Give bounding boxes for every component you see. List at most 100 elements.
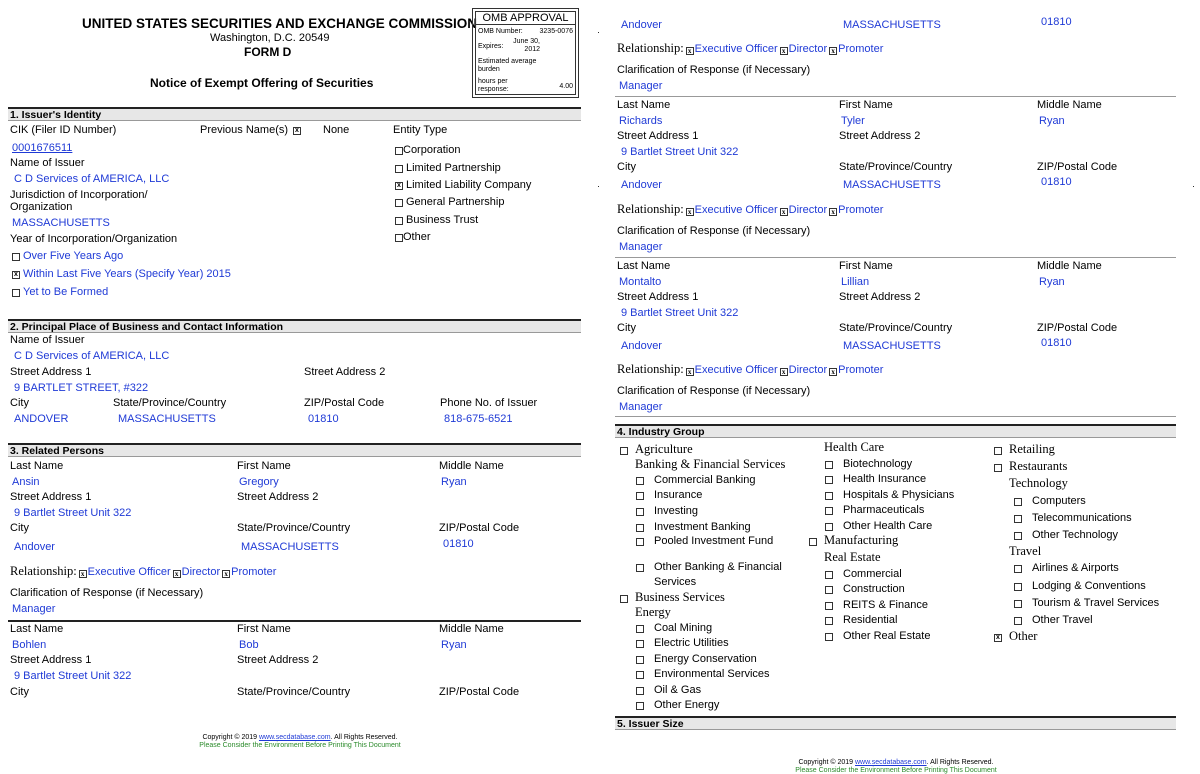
promoter-checkbox[interactable]: x bbox=[222, 570, 231, 578]
industry-checkbox[interactable] bbox=[620, 447, 628, 455]
section-2-header: 2. Principal Place of Business and Conta… bbox=[8, 319, 581, 333]
industry-item: Hospitals & Physicians bbox=[843, 489, 955, 501]
industry-checkbox[interactable] bbox=[1014, 565, 1022, 573]
year-option-checkbox[interactable]: x bbox=[12, 271, 20, 279]
year-option-label: Within Last Five Years (Specify Year) 20… bbox=[23, 268, 231, 280]
middle-name-label: Middle Name bbox=[439, 623, 504, 635]
industry-checkbox[interactable] bbox=[636, 640, 644, 648]
executive-officer-checkbox[interactable]: x bbox=[685, 47, 694, 55]
director-checkbox[interactable]: x bbox=[779, 47, 788, 55]
footer-copy-pre: Copyright © 2019 bbox=[202, 734, 259, 741]
industry-heading: Energy bbox=[635, 605, 671, 619]
promoter-checkbox[interactable]: x bbox=[829, 47, 838, 55]
industry-checkbox[interactable] bbox=[1014, 498, 1022, 506]
industry-item: Lodging & Conventions bbox=[1032, 580, 1146, 592]
divider bbox=[615, 96, 1176, 97]
entity-type-label: Limited Partnership bbox=[406, 162, 501, 174]
promoter-label: Promoter bbox=[231, 566, 277, 578]
industry-item: Other Health Care bbox=[843, 520, 933, 532]
clarification-label: Clarification of Response (if Necessary) bbox=[617, 385, 811, 397]
state-label: State/Province/Country bbox=[237, 686, 351, 698]
year-option-checkbox[interactable] bbox=[12, 289, 20, 297]
industry-item: Electric Utilities bbox=[654, 637, 729, 649]
industry-item: Construction bbox=[843, 583, 905, 595]
industry-checkbox[interactable] bbox=[636, 702, 644, 710]
previous-names-value: None bbox=[323, 124, 350, 136]
industry-checkbox[interactable] bbox=[636, 477, 644, 485]
city: Andover bbox=[621, 179, 662, 191]
industry-heading: Restaurants bbox=[1009, 459, 1068, 473]
industry-checkbox[interactable] bbox=[636, 671, 644, 679]
industry-checkbox[interactable] bbox=[825, 571, 833, 579]
industry-checkbox[interactable] bbox=[825, 461, 833, 469]
entity-type-checkbox[interactable] bbox=[395, 234, 403, 242]
promoter-checkbox[interactable]: x bbox=[829, 368, 838, 376]
entity-type-checkbox[interactable] bbox=[395, 199, 403, 207]
promoter-checkbox[interactable]: x bbox=[829, 208, 838, 216]
state-label: State/Province/Country bbox=[839, 161, 953, 173]
industry-item: Energy Conservation bbox=[654, 653, 757, 665]
industry-checkbox[interactable] bbox=[825, 492, 833, 500]
industry-checkbox[interactable] bbox=[1014, 515, 1022, 523]
clarification-label: Clarification of Response (if Necessary) bbox=[10, 587, 204, 599]
industry-checkbox[interactable]: x bbox=[994, 634, 1002, 642]
industry-item: Other Technology bbox=[1032, 529, 1119, 541]
entity-type-checkbox[interactable] bbox=[395, 217, 403, 225]
industry-checkbox[interactable] bbox=[825, 523, 833, 531]
relationship-label: Relationship: bbox=[10, 564, 77, 578]
director-checkbox[interactable]: x bbox=[779, 208, 788, 216]
s2-state-label: State/Province/Country bbox=[113, 397, 227, 409]
entity-type-checkbox[interactable]: x bbox=[395, 182, 403, 190]
state-label: State/Province/Country bbox=[839, 322, 953, 334]
industry-checkbox[interactable] bbox=[636, 538, 644, 546]
industry-checkbox[interactable] bbox=[636, 625, 644, 633]
industry-checkbox[interactable] bbox=[636, 564, 644, 572]
previous-names-checkbox[interactable]: x bbox=[293, 127, 301, 135]
industry-checkbox[interactable] bbox=[825, 602, 833, 610]
year-option-checkbox[interactable] bbox=[12, 253, 20, 261]
industry-checkbox[interactable] bbox=[636, 656, 644, 664]
industry-checkbox[interactable] bbox=[994, 447, 1002, 455]
industry-checkbox[interactable] bbox=[825, 586, 833, 594]
industry-checkbox[interactable] bbox=[636, 492, 644, 500]
industry-checkbox[interactable] bbox=[636, 687, 644, 695]
industry-checkbox[interactable] bbox=[825, 507, 833, 515]
executive-officer-checkbox[interactable]: x bbox=[78, 570, 87, 578]
industry-checkbox[interactable] bbox=[636, 524, 644, 532]
section-5-header: 5. Issuer Size bbox=[615, 716, 1176, 730]
omb-hours-2: response: bbox=[478, 86, 509, 93]
director-checkbox[interactable]: x bbox=[779, 368, 788, 376]
footer-link-right[interactable]: www.secdatabase.com bbox=[855, 759, 927, 766]
industry-checkbox[interactable] bbox=[825, 617, 833, 625]
relationship-row: Relationship: x Executive Officer x Director… bbox=[617, 42, 883, 56]
cik-link[interactable]: 0001676511 bbox=[12, 142, 72, 155]
relationship-label: Relationship: bbox=[617, 202, 684, 216]
industry-checkbox[interactable] bbox=[994, 464, 1002, 472]
entity-type-checkbox[interactable] bbox=[395, 147, 403, 155]
industry-heading: Health Care bbox=[824, 440, 885, 454]
industry-item: Health Insurance bbox=[843, 473, 927, 485]
s2-issuer-label: Name of Issuer bbox=[10, 334, 85, 346]
industry-checkbox[interactable] bbox=[620, 595, 628, 603]
footer-link[interactable]: www.secdatabase.com bbox=[259, 734, 331, 741]
industry-checkbox[interactable] bbox=[1014, 532, 1022, 540]
industry-item: Coal Mining bbox=[654, 622, 713, 634]
entity-type-checkbox[interactable] bbox=[395, 165, 403, 173]
industry-checkbox[interactable] bbox=[825, 476, 833, 484]
last-name-label: Last Name bbox=[10, 623, 64, 635]
first-name: Lillian bbox=[841, 276, 870, 288]
industry-heading: Agriculture bbox=[635, 442, 693, 456]
first-name: Bob bbox=[239, 639, 259, 651]
middle-name-label: Middle Name bbox=[439, 460, 504, 472]
executive-officer-checkbox[interactable]: x bbox=[685, 208, 694, 216]
industry-checkbox[interactable] bbox=[1014, 583, 1022, 591]
industry-heading: Travel bbox=[1009, 544, 1042, 558]
director-checkbox[interactable]: x bbox=[172, 570, 181, 578]
relationship-label: Relationship: bbox=[617, 362, 684, 376]
industry-checkbox[interactable] bbox=[1014, 600, 1022, 608]
industry-checkbox[interactable] bbox=[825, 633, 833, 641]
industry-checkbox[interactable] bbox=[636, 508, 644, 516]
executive-officer-checkbox[interactable]: x bbox=[685, 368, 694, 376]
industry-checkbox[interactable] bbox=[1014, 617, 1022, 625]
industry-checkbox[interactable] bbox=[809, 538, 817, 546]
